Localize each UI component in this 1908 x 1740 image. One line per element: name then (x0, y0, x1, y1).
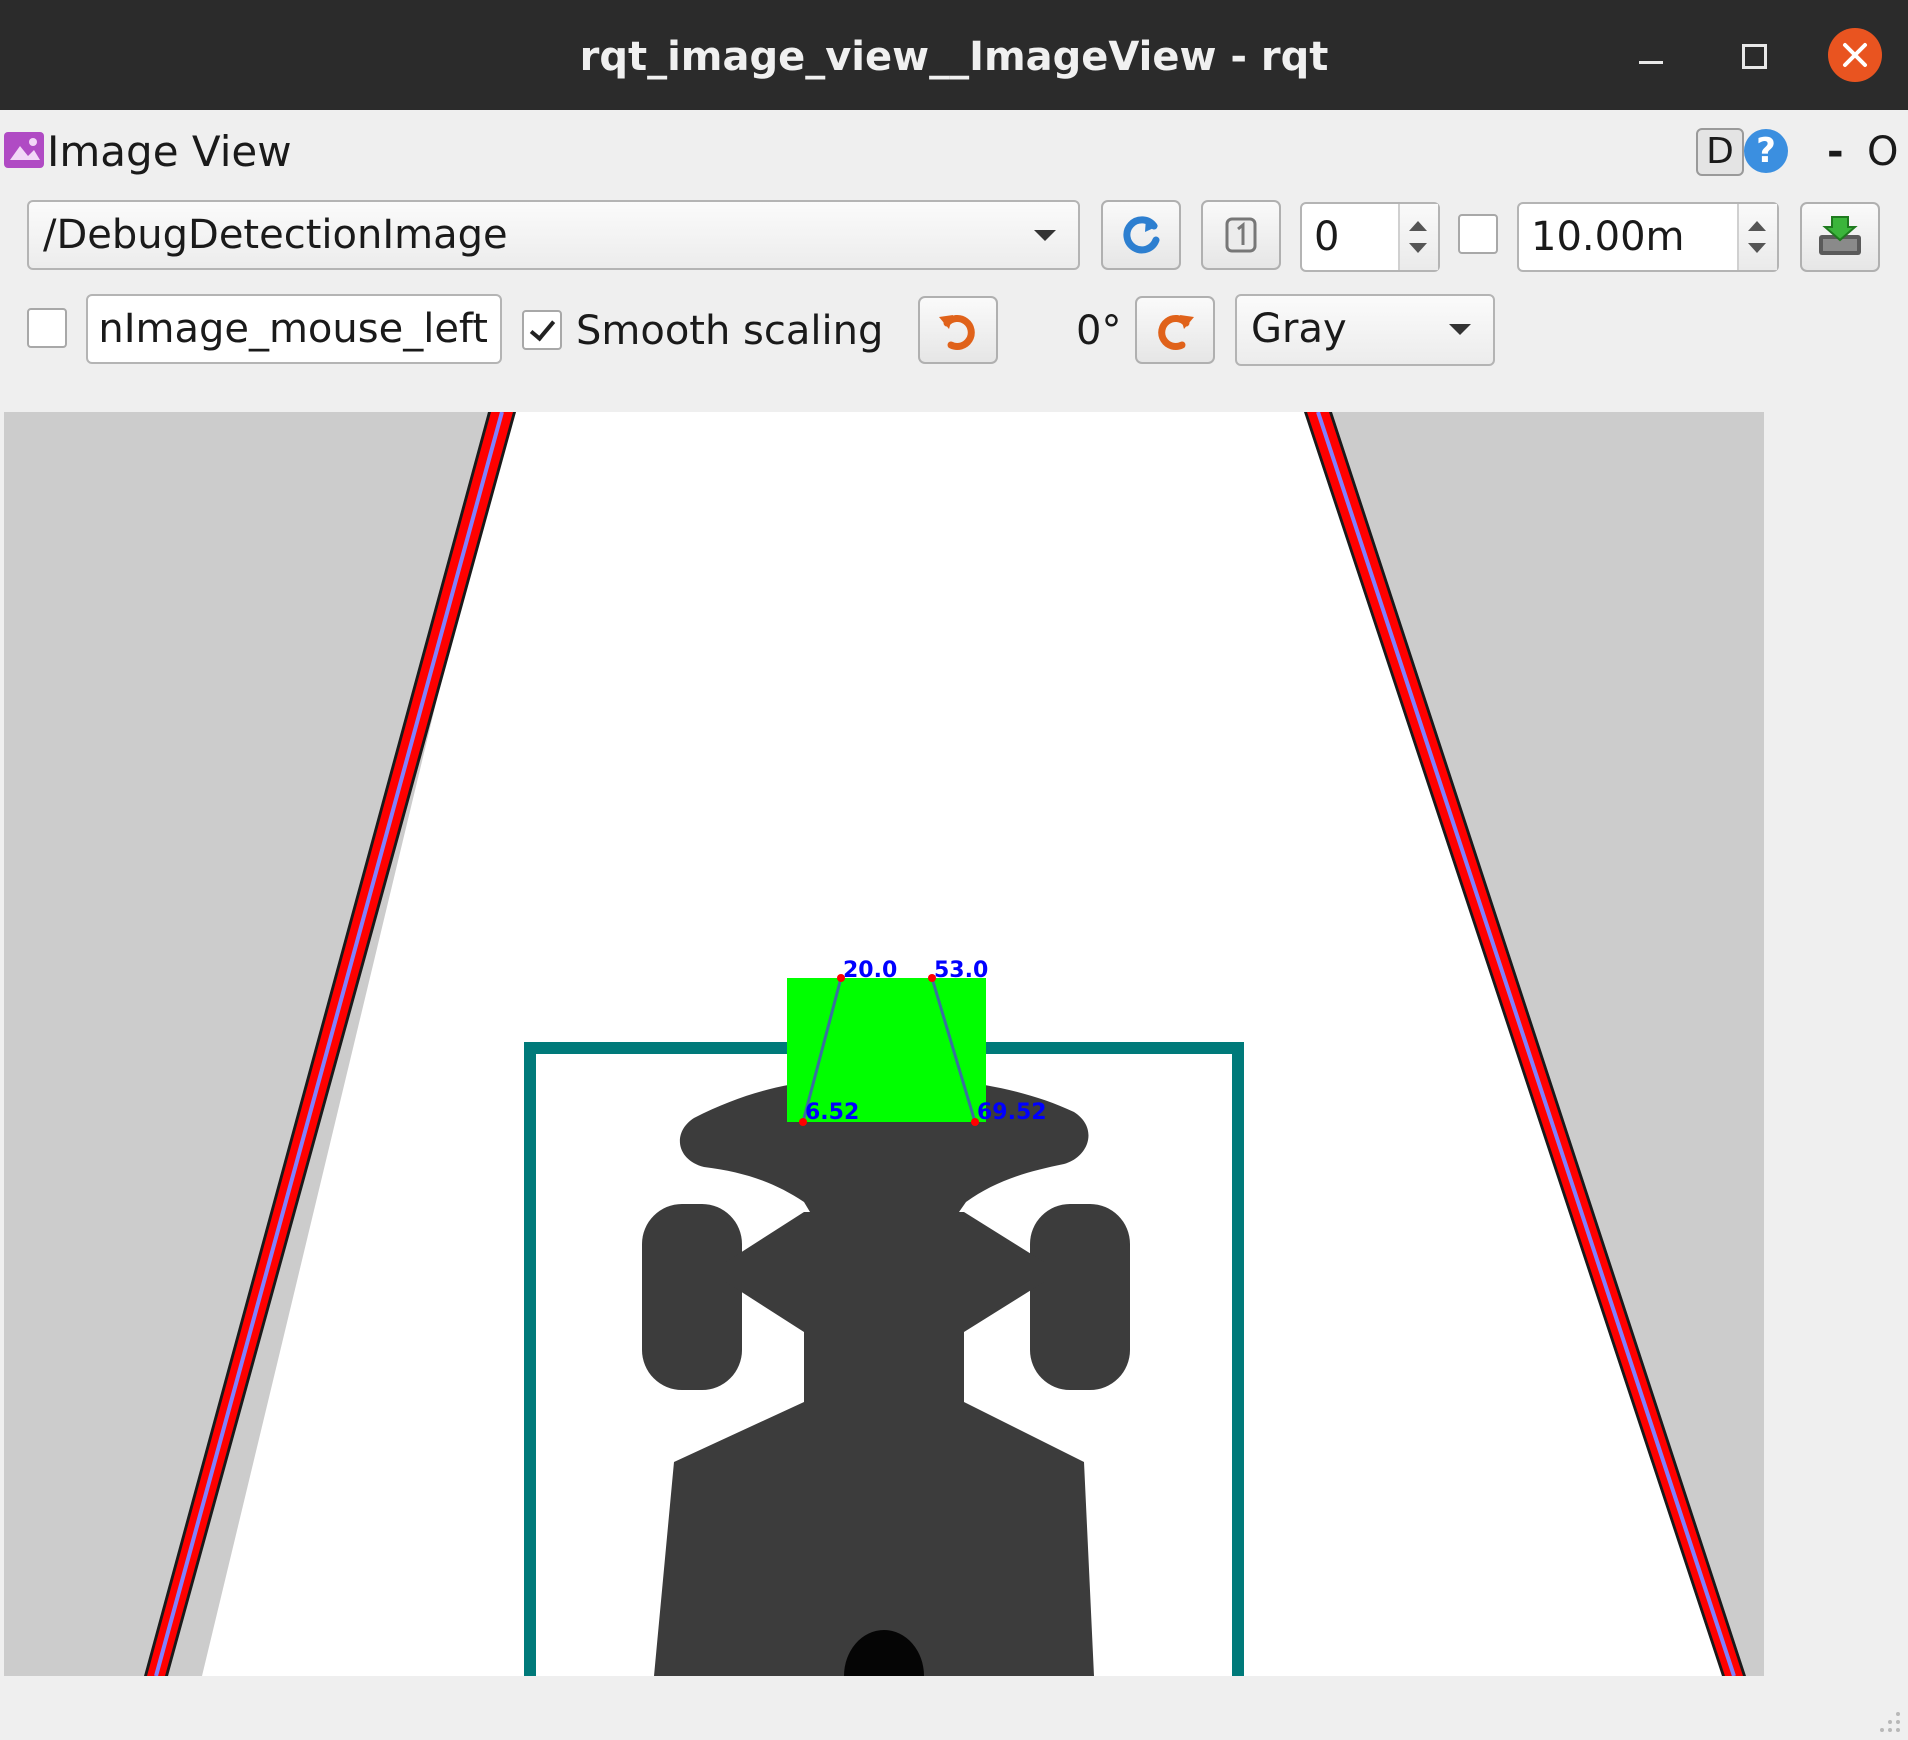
topic-select[interactable]: /DebugDetectionImage (27, 200, 1080, 270)
chevron-down-icon (1449, 324, 1471, 335)
timeout-checkbox[interactable] (1458, 214, 1498, 254)
plugin-title: Image View (47, 127, 292, 176)
color-scheme-value: Gray (1251, 306, 1347, 352)
color-scheme-select[interactable]: Gray (1235, 294, 1495, 366)
resize-grip-icon[interactable] (1872, 1704, 1902, 1734)
refresh-button[interactable] (1101, 200, 1181, 270)
label-bottom-left: 6.52 (805, 1100, 859, 1125)
rotate-right-button[interactable] (1135, 296, 1215, 364)
smooth-scaling-label: Smooth scaling (576, 308, 884, 354)
chevron-down-icon (1034, 230, 1056, 241)
arrow-down-icon (1748, 243, 1766, 253)
label-top-right: 53.0 (934, 958, 988, 983)
rotate-right-icon (1158, 315, 1194, 350)
image-plugin-icon (4, 132, 44, 168)
number-spinbox-arrows[interactable] (1398, 204, 1438, 270)
image-display[interactable]: 20.0 53.0 6.52 69.52 (4, 412, 1764, 1676)
number-spinbox-value: 0 (1314, 214, 1340, 260)
mouse-topic-value: nImage_mouse_left (98, 306, 488, 352)
plugin-minimize-button[interactable]: - (1827, 126, 1844, 178)
mouse-publish-checkbox[interactable] (27, 308, 67, 348)
rotate-left-icon (939, 315, 975, 350)
close-icon (1843, 43, 1867, 67)
plugin-close-button[interactable]: O (1867, 126, 1898, 178)
maximize-button[interactable] (1728, 30, 1780, 82)
minimize-button[interactable] (1625, 30, 1677, 82)
mouse-topic-input[interactable]: nImage_mouse_left (86, 294, 502, 364)
timeout-spinbox-arrows[interactable] (1737, 204, 1777, 270)
refresh-icon (1123, 216, 1160, 254)
label-bottom-right: 69.52 (977, 1100, 1047, 1125)
arrow-down-icon (1409, 243, 1427, 253)
arrow-up-icon (1748, 221, 1766, 231)
label-top-left: 20.0 (843, 958, 897, 983)
help-d-button[interactable]: D (1696, 128, 1744, 176)
save-image-button[interactable] (1800, 202, 1880, 272)
window-title: rqt_image_view__ImageView - rqt (579, 34, 1329, 80)
window-titlebar: rqt_image_view__ImageView - rqt (0, 0, 1908, 110)
rotate-left-button[interactable] (918, 296, 998, 364)
rotation-label: 0° (1076, 308, 1122, 354)
smooth-scaling-checkbox[interactable] (522, 310, 562, 350)
save-image-icon (1819, 216, 1861, 255)
topic-select-value: /DebugDetectionImage (43, 212, 508, 258)
help-button[interactable]: ? (1744, 129, 1788, 173)
one-to-one-icon (1225, 217, 1257, 253)
timeout-spinbox[interactable]: 10.00m (1517, 202, 1779, 272)
one-to-one-button[interactable] (1201, 200, 1281, 270)
timeout-spinbox-value: 10.00m (1531, 214, 1685, 260)
number-spinbox[interactable]: 0 (1300, 202, 1440, 272)
arrow-up-icon (1409, 221, 1427, 231)
close-button[interactable] (1828, 28, 1882, 82)
